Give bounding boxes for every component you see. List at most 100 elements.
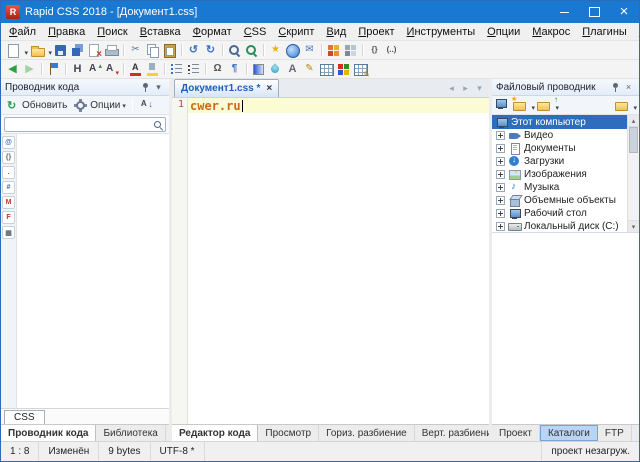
panel-tab[interactable]: Проводник кода bbox=[1, 425, 96, 441]
menu-item[interactable]: Опции bbox=[481, 24, 526, 40]
search-input[interactable] bbox=[4, 117, 166, 132]
tree-item[interactable]: Музыка bbox=[492, 181, 627, 194]
color-palette-icon[interactable] bbox=[325, 42, 342, 59]
paste-icon[interactable] bbox=[161, 42, 178, 59]
expand-icon[interactable] bbox=[496, 209, 505, 218]
code-area[interactable]: cwer.ru bbox=[188, 98, 489, 424]
pilcrow-icon[interactable]: ¶ bbox=[226, 61, 243, 78]
view-tab[interactable]: Гориз. разбиение bbox=[319, 425, 415, 441]
open-file-icon[interactable] bbox=[28, 42, 52, 59]
chevron-down-icon[interactable]: ▾ bbox=[152, 81, 165, 94]
folder-view-icon[interactable] bbox=[613, 97, 637, 114]
gradient-icon[interactable] bbox=[250, 61, 267, 78]
droplet-icon[interactable] bbox=[267, 61, 284, 78]
expand-icon[interactable] bbox=[496, 196, 505, 205]
favorites-folder-icon[interactable] bbox=[511, 97, 535, 114]
edit-style-icon[interactable]: ✎ bbox=[301, 61, 318, 78]
computer-view-icon[interactable] bbox=[494, 97, 511, 114]
document-tab[interactable]: Документ1.css * bbox=[174, 79, 279, 97]
undo-icon[interactable]: ↺ bbox=[185, 42, 202, 59]
classes-icon[interactable]: . bbox=[2, 166, 15, 179]
bullet-list-icon[interactable] bbox=[185, 61, 202, 78]
font-increase-icon[interactable] bbox=[86, 61, 103, 78]
tab-menu-icon[interactable]: ▾ bbox=[473, 82, 486, 95]
save-all-icon[interactable] bbox=[69, 42, 86, 59]
replace-icon[interactable] bbox=[243, 42, 260, 59]
tab-scroll-right-icon[interactable]: ▸ bbox=[459, 82, 472, 95]
search-icon[interactable] bbox=[152, 119, 164, 131]
menu-item[interactable]: Формат bbox=[187, 24, 238, 40]
colors-icon[interactable]: ▦ bbox=[2, 226, 15, 239]
font-name-icon[interactable]: A bbox=[284, 61, 301, 78]
expand-icon[interactable] bbox=[496, 183, 505, 192]
close-button-icon[interactable] bbox=[609, 1, 639, 23]
pin-icon[interactable] bbox=[609, 81, 622, 94]
close-icon[interactable]: × bbox=[622, 81, 635, 94]
code-cleaner-icon[interactable] bbox=[342, 42, 359, 59]
insert-comment-icon[interactable]: (..) bbox=[383, 42, 400, 59]
tab-scroll-left-icon[interactable]: ◂ bbox=[445, 82, 458, 95]
panel-tab[interactable]: Библиотека bbox=[96, 425, 165, 441]
forward-icon[interactable]: ▶ bbox=[21, 61, 38, 78]
menu-item[interactable]: Макрос bbox=[526, 24, 576, 40]
tree-item[interactable]: Локальный диск (C:) bbox=[492, 220, 627, 233]
fonts-icon[interactable]: F bbox=[2, 211, 15, 224]
special-char-icon[interactable]: Ω bbox=[209, 61, 226, 78]
preview-browser-icon[interactable] bbox=[284, 42, 301, 59]
new-document-icon[interactable] bbox=[4, 42, 28, 59]
selectors-icon[interactable]: {} bbox=[2, 151, 15, 164]
menu-item[interactable]: Правка bbox=[42, 24, 91, 40]
tree-item[interactable]: Изображения bbox=[492, 168, 627, 181]
redo-icon[interactable]: ↻ bbox=[202, 42, 219, 59]
expand-icon[interactable] bbox=[496, 131, 505, 140]
menu-item[interactable]: Скрипт bbox=[272, 24, 320, 40]
tree-item[interactable]: Рабочий стол bbox=[492, 207, 627, 220]
menu-item[interactable]: Файл bbox=[3, 24, 42, 40]
tree-item[interactable]: Объемные объекты bbox=[492, 194, 627, 207]
folder-options-icon[interactable] bbox=[535, 97, 559, 114]
palette-icon[interactable] bbox=[335, 61, 352, 78]
cut-icon[interactable]: ✂ bbox=[127, 42, 144, 59]
file-list[interactable] bbox=[492, 233, 639, 424]
expand-icon[interactable] bbox=[496, 222, 505, 231]
view-tab[interactable]: Просмотр bbox=[258, 425, 319, 441]
pin-icon[interactable] bbox=[139, 81, 152, 94]
back-icon[interactable]: ◀ bbox=[4, 61, 21, 78]
menu-item[interactable]: Проект bbox=[352, 24, 400, 40]
heading-icon[interactable]: H bbox=[69, 61, 86, 78]
mail-icon[interactable]: ✉ bbox=[301, 42, 318, 59]
font-decrease-icon[interactable] bbox=[103, 61, 120, 78]
expand-icon[interactable] bbox=[496, 170, 505, 179]
menu-item[interactable]: CSS bbox=[238, 24, 273, 40]
text-color-icon[interactable] bbox=[127, 61, 144, 78]
panel-tab[interactable]: Каталоги bbox=[540, 425, 598, 441]
highlight-color-icon[interactable] bbox=[144, 61, 161, 78]
table-edit-icon[interactable] bbox=[352, 61, 369, 78]
code-explorer-content[interactable] bbox=[17, 134, 169, 408]
doc-type-tab[interactable]: CSS bbox=[4, 410, 45, 424]
bookmark-icon[interactable] bbox=[45, 61, 62, 78]
tree-item-computer[interactable]: Этот компьютер bbox=[492, 115, 627, 129]
menu-item[interactable]: Поиск bbox=[91, 24, 133, 40]
menu-item[interactable]: Вставка bbox=[134, 24, 187, 40]
ids-icon[interactable]: # bbox=[2, 181, 15, 194]
close-tab-icon[interactable] bbox=[266, 83, 272, 94]
ordered-list-icon[interactable] bbox=[168, 61, 185, 78]
panel-tab[interactable]: Проект bbox=[492, 425, 540, 441]
scrollbar-thumb[interactable] bbox=[629, 127, 638, 153]
media-icon[interactable]: M bbox=[2, 196, 15, 209]
insert-braces-icon[interactable]: {} bbox=[366, 42, 383, 59]
save-icon[interactable] bbox=[52, 42, 69, 59]
print-icon[interactable] bbox=[103, 42, 120, 59]
view-tab[interactable]: Верт. разбиение bbox=[415, 425, 489, 441]
tree-item[interactable]: Загрузки bbox=[492, 155, 627, 168]
find-icon[interactable] bbox=[226, 42, 243, 59]
scroll-up-icon[interactable] bbox=[628, 115, 639, 127]
menu-item[interactable]: Плагины bbox=[576, 24, 633, 40]
tree-item[interactable]: Видео bbox=[492, 129, 627, 142]
code-editor[interactable]: 1 cwer.ru bbox=[172, 98, 489, 424]
tree-item[interactable]: Документы bbox=[492, 142, 627, 155]
at-rules-icon[interactable]: @ bbox=[2, 136, 15, 149]
menu-item[interactable]: Инструменты bbox=[401, 24, 482, 40]
panel-tab[interactable]: FTP bbox=[598, 425, 632, 441]
